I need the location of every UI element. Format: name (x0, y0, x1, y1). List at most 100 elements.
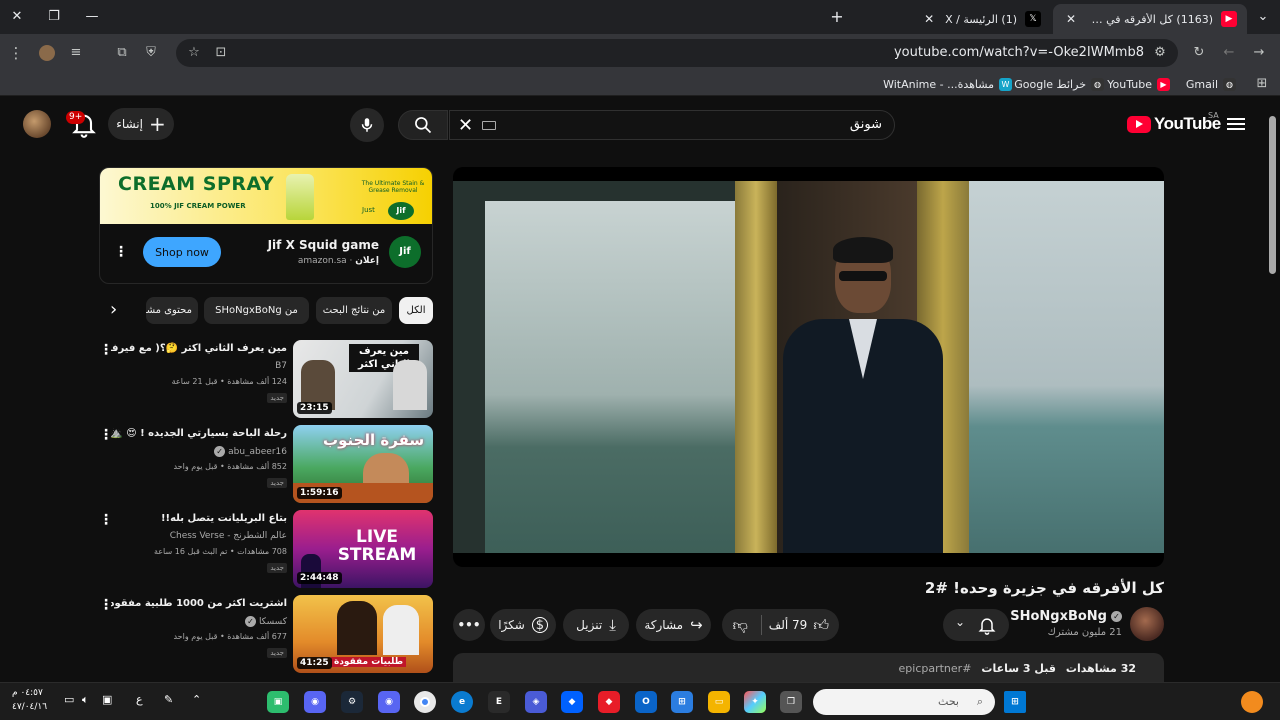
shield-icon[interactable]: ⛨ (141, 43, 161, 63)
ad-title[interactable]: Jif X Squid game (268, 238, 379, 252)
video-thumbnail[interactable]: طلبيات مفقودة 41:25 (293, 595, 433, 673)
site-settings-icon[interactable]: ⚙ (1150, 43, 1170, 63)
install-app-icon[interactable]: ⊡ (211, 43, 231, 63)
account-avatar[interactable] (23, 110, 51, 138)
more-options-icon[interactable]: ⋮ (99, 427, 113, 443)
video-thumbnail[interactable]: مين يعرف الثاني اكثر 23:15 (293, 340, 433, 418)
bookmark-gmail[interactable]: ◍ Gmail (1186, 76, 1236, 92)
shop-now-button[interactable]: Shop now (143, 237, 221, 267)
discord-icon[interactable]: ◉ (304, 691, 326, 713)
more-actions-button[interactable]: ••• (453, 609, 485, 641)
dropbox-icon[interactable]: ◆ (561, 691, 583, 713)
pen-icon[interactable]: ✎ (164, 693, 173, 706)
advertiser-logo[interactable]: Jif (389, 236, 421, 268)
sponsored-ad[interactable]: CREAM SPRAY 100% JIF CREAM POWER The Ult… (99, 167, 433, 284)
video-player[interactable] (453, 167, 1164, 567)
extensions-icon[interactable]: ⧉ (112, 43, 132, 63)
more-options-icon[interactable]: ⋮ (99, 512, 113, 528)
video-thumbnail[interactable]: سفرة الجنوب 1:59:16 (293, 425, 433, 503)
steam-icon[interactable]: ⚙ (341, 691, 363, 713)
tray-overflow-chevron-icon[interactable]: ⌃ (192, 693, 201, 706)
recommendation-item[interactable]: LIVE STREAM 2:44:48 بتاع البريليانت يتصل… (99, 510, 433, 590)
scrollbar-thumb[interactable] (1269, 116, 1276, 274)
recommendation-item[interactable]: مين يعرف الثاني اكثر 23:15 مين يعرف الثا… (99, 340, 433, 420)
search-button[interactable] (398, 110, 448, 140)
chip-all[interactable]: الكل (399, 297, 433, 324)
chips-next-chevron-icon[interactable]: › (110, 299, 117, 320)
menu-hamburger-icon[interactable] (1227, 115, 1245, 131)
volume-icon[interactable]: 🔈︎ (82, 693, 89, 707)
taskbar-search[interactable]: ⌕ بحث (813, 689, 995, 715)
video-title[interactable]: اشتريت اكثر من 1000 طلبية مفقوده !! (111, 597, 287, 611)
more-options-icon[interactable]: ⋮ (99, 342, 113, 358)
keyboard-icon[interactable] (482, 121, 496, 130)
back-icon[interactable]: → (1249, 43, 1269, 63)
thanks-button[interactable]: $ شكرًا (490, 609, 556, 641)
ad-banner-image[interactable]: CREAM SPRAY 100% JIF CREAM POWER The Ult… (100, 168, 432, 224)
network-icon[interactable]: ▣ (102, 693, 112, 706)
copilot-icon[interactable]: ✦ (744, 691, 766, 713)
share-button[interactable]: ↪ مشاركة (636, 609, 711, 641)
recommendation-item[interactable]: طلبيات مفقودة 41:25 اشتريت اكثر من 1000 … (99, 595, 433, 675)
bookmark-youtube[interactable]: ▶ YouTube (1107, 76, 1170, 92)
youtube-logo[interactable]: YouTube (1127, 114, 1221, 134)
video-title[interactable]: بتاع البريليانت يتصل بله!! (111, 512, 287, 526)
tab-search-chevron-icon[interactable]: ⌄ (1252, 6, 1274, 28)
bookmark-witanime[interactable]: W مشاهدة... - WitAnime (883, 76, 1012, 92)
app-icon[interactable]: ◆ (598, 691, 620, 713)
voice-search-button[interactable] (350, 108, 384, 142)
windows-start-icon[interactable]: ⊞ (1004, 691, 1026, 713)
discord-icon[interactable]: ◉ (378, 691, 400, 713)
system-clock[interactable]: ٠٤:٥٧ م ٤٧/٠٤/١٦ (12, 686, 47, 714)
chip-related[interactable]: محتوى مشا (146, 297, 198, 324)
browser-menu-icon[interactable]: ⋮ (6, 43, 26, 63)
url-text[interactable]: youtube.com/watch?v=-Oke2IWMmb8 (894, 45, 1144, 60)
tab-x[interactable]: 𝕏 (1) الرئيسة / X ✕ (855, 4, 1051, 34)
window-restore-icon[interactable]: ❐ (43, 6, 65, 28)
new-tab-button[interactable]: + (826, 6, 848, 28)
file-explorer-icon[interactable]: ▭ (708, 691, 730, 713)
search-query[interactable]: شونق (850, 117, 882, 132)
video-title[interactable]: رحلة الباحة بسيارتي الجديده ! 😍 ⛰️ (111, 427, 287, 441)
reload-icon[interactable]: ↻ (1189, 43, 1209, 63)
close-tab-icon[interactable]: ✕ (921, 12, 937, 26)
outlook-icon[interactable]: O (635, 691, 657, 713)
input-language[interactable]: ع (136, 693, 143, 706)
reading-list-icon[interactable]: ≡ (66, 43, 86, 63)
store-icon[interactable]: ⊞ (671, 691, 693, 713)
close-tab-icon[interactable]: ✕ (1063, 12, 1079, 26)
dislike-button[interactable]: 👎︎ (733, 616, 748, 635)
tab-youtube[interactable]: ▶ (1163) كل الأفرقه في جزيرة وحده ✕ (1053, 4, 1247, 34)
battery-icon[interactable]: ▭ (64, 693, 74, 706)
chip-from-channel[interactable]: من SHoNgxBoNg (204, 297, 309, 324)
subscribed-button[interactable]: ⌄ (943, 609, 1009, 641)
window-close-icon[interactable]: ✕ (6, 6, 28, 28)
page-scrollbar[interactable] (1266, 100, 1280, 682)
channel-avatar[interactable] (1130, 607, 1164, 641)
channel-name[interactable]: B7 (275, 361, 287, 371)
app-icon[interactable]: ▣ (267, 691, 289, 713)
task-view-icon[interactable]: ❐ (780, 691, 802, 713)
bookmark-star-icon[interactable]: ☆ (184, 43, 204, 63)
video-title[interactable]: مين يعرف الثاني اكثر 🤔؟( مع فيرفول 🔥 ) (111, 342, 287, 356)
more-options-icon[interactable]: ⋮ (99, 597, 113, 613)
address-bar[interactable]: ☆ ⊡ youtube.com/watch?v=-Oke2IWMmb8 ⚙ (176, 39, 1178, 67)
recommendation-item[interactable]: سفرة الجنوب 1:59:16 رحلة الباحة بسيارتي … (99, 425, 433, 505)
window-minimize-icon[interactable]: — (81, 6, 103, 28)
clear-search-icon[interactable]: ✕ (458, 115, 473, 136)
profile-avatar[interactable] (37, 43, 57, 63)
like-button[interactable]: 👍︎ 79 ألف (769, 616, 829, 635)
chrome-icon[interactable] (414, 691, 436, 713)
video-thumbnail[interactable]: LIVE STREAM 2:44:48 (293, 510, 433, 588)
forward-icon[interactable]: ← (1219, 43, 1239, 63)
epic-games-icon[interactable]: E (488, 691, 510, 713)
notification-center-icon[interactable] (1241, 691, 1263, 713)
apps-grid-icon[interactable]: ⊞ (1252, 74, 1272, 94)
edge-icon[interactable]: e (451, 691, 473, 713)
bookmark-google-maps[interactable]: ◍ خرائط Google (1014, 76, 1104, 92)
channel-name[interactable]: abu_abeer16 ✓ (214, 446, 287, 457)
channel-name[interactable]: كسسكا ✓ (244, 616, 287, 627)
ad-more-options-icon[interactable]: ⋮ (114, 244, 128, 260)
channel-name[interactable]: ✓ SHoNgxBoNg (1010, 609, 1122, 624)
app-icon[interactable]: ◈ (525, 691, 547, 713)
